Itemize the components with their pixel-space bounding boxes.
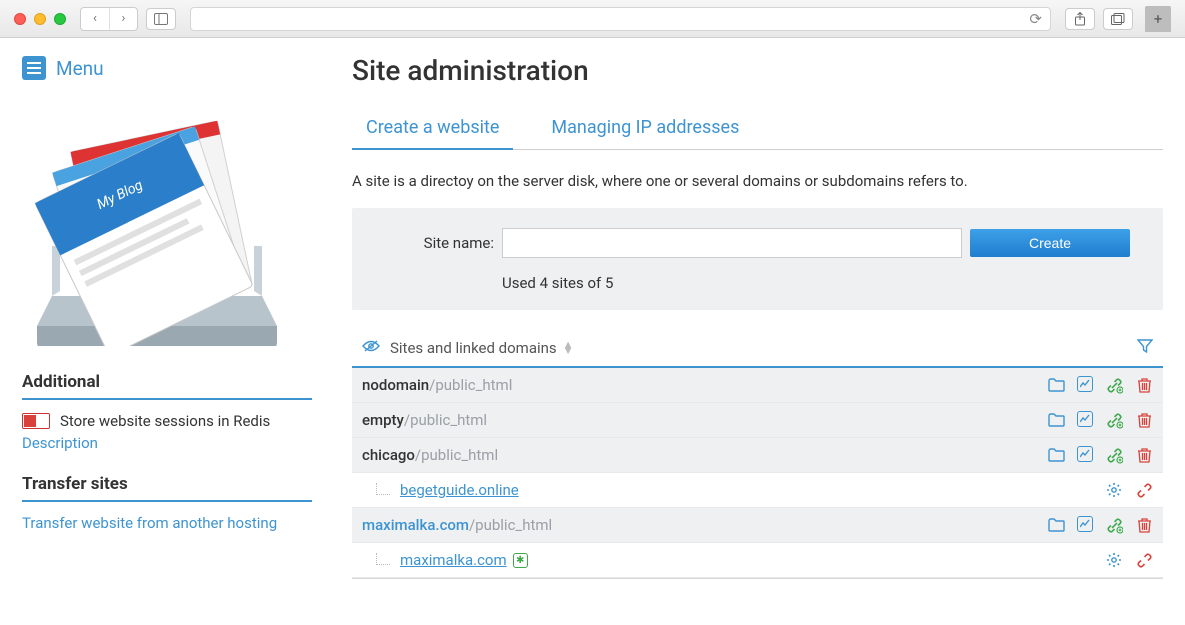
transfer-heading: Transfer sites: [22, 474, 312, 502]
sidebar: Menu: [22, 50, 312, 579]
window-controls: [14, 13, 66, 25]
trash-icon[interactable]: [1135, 446, 1153, 464]
link-icon[interactable]: [1105, 516, 1123, 534]
site-path: /public_html: [415, 446, 498, 464]
unlink-icon[interactable]: [1135, 551, 1153, 569]
page-title: Site administration: [352, 54, 1163, 87]
link-icon[interactable]: [1105, 376, 1123, 394]
description-link[interactable]: Description: [22, 434, 98, 452]
site-path: /public_html: [404, 411, 487, 429]
menu-button[interactable]: Menu: [22, 56, 312, 80]
additional-section: Additional Store website sessions in Red…: [22, 372, 312, 452]
ssl-badge-icon: ✱: [513, 553, 528, 568]
sidebar-toggle-button[interactable]: [146, 8, 176, 30]
site-path: /public_html: [429, 376, 512, 394]
menu-label: Menu: [56, 57, 104, 80]
site-name: empty: [362, 411, 404, 429]
sites-table: Sites and linked domains ▲▼ nodomain/pub…: [352, 330, 1163, 579]
stats-icon[interactable]: [1077, 516, 1093, 532]
link-icon[interactable]: [1105, 446, 1123, 464]
transfer-link[interactable]: Transfer website from another hosting: [22, 514, 277, 532]
transfer-section: Transfer sites Transfer website from ano…: [22, 474, 312, 532]
new-tab-button[interactable]: +: [1145, 6, 1171, 32]
redis-label: Store website sessions in Redis: [60, 412, 270, 430]
folder-icon[interactable]: [1047, 411, 1065, 429]
create-button[interactable]: Create: [970, 229, 1130, 257]
tab-create-website[interactable]: Create a website: [352, 107, 513, 150]
domain-link[interactable]: begetguide.online: [400, 481, 519, 499]
site-name: maximalka.com: [362, 516, 469, 534]
tab-managing-ip[interactable]: Managing IP addresses: [537, 107, 753, 149]
share-button[interactable]: [1065, 8, 1095, 30]
site-row[interactable]: nodomain/public_html: [352, 368, 1163, 403]
stats-icon[interactable]: [1077, 446, 1093, 462]
tree-connector-icon: [376, 483, 390, 495]
table-header: Sites and linked domains ▲▼: [352, 330, 1163, 368]
site-name: chicago: [362, 446, 415, 464]
table-header-label[interactable]: Sites and linked domains: [390, 339, 557, 357]
folder-icon[interactable]: [1047, 446, 1065, 464]
domain-link[interactable]: maximalka.com: [400, 551, 507, 569]
stats-icon[interactable]: [1077, 411, 1093, 427]
site-row[interactable]: maximalka.com/public_html: [352, 508, 1163, 543]
site-row[interactable]: empty/public_html: [352, 403, 1163, 438]
browser-chrome: ‹ › ⟳ +: [0, 0, 1185, 38]
unlink-icon[interactable]: [1135, 481, 1153, 499]
close-window-icon[interactable]: [14, 13, 26, 25]
back-button[interactable]: ‹: [81, 8, 109, 30]
reload-icon[interactable]: ⟳: [1029, 10, 1042, 28]
forward-button[interactable]: ›: [109, 8, 137, 30]
gear-icon[interactable]: [1105, 551, 1123, 569]
stats-icon[interactable]: [1077, 376, 1093, 392]
sort-icon[interactable]: ▲▼: [563, 342, 574, 354]
maximize-window-icon[interactable]: [54, 13, 66, 25]
nav-back-forward: ‹ ›: [80, 7, 138, 31]
sidebar-illustration: My Blog: [22, 106, 282, 346]
url-bar[interactable]: ⟳: [190, 7, 1051, 31]
tabs: Create a website Managing IP addresses: [352, 107, 1163, 150]
folder-icon[interactable]: [1047, 516, 1065, 534]
main-content: Site administration Create a website Man…: [352, 50, 1163, 579]
trash-icon[interactable]: [1135, 516, 1153, 534]
site-name-label: Site name:: [374, 234, 494, 252]
domain-row[interactable]: maximalka.com ✱: [352, 543, 1163, 578]
redis-toggle[interactable]: [22, 413, 50, 429]
tabs-button[interactable]: [1103, 8, 1133, 30]
site-name: nodomain: [362, 376, 429, 394]
menu-icon: [22, 56, 46, 80]
quota-text: Used 4 sites of 5: [502, 274, 1141, 292]
site-path: /public_html: [469, 516, 552, 534]
domain-row[interactable]: begetguide.online: [352, 473, 1163, 508]
site-row[interactable]: chicago/public_html: [352, 438, 1163, 473]
site-name-input[interactable]: [502, 228, 962, 258]
minimize-window-icon[interactable]: [34, 13, 46, 25]
visibility-icon[interactable]: [362, 339, 380, 357]
link-icon[interactable]: [1105, 411, 1123, 429]
trash-icon[interactable]: [1135, 376, 1153, 394]
trash-icon[interactable]: [1135, 411, 1153, 429]
tree-connector-icon: [376, 553, 390, 565]
gear-icon[interactable]: [1105, 481, 1123, 499]
additional-heading: Additional: [22, 372, 312, 400]
page-description: A site is a directoy on the server disk,…: [352, 172, 1163, 190]
create-site-form: Site name: Create Used 4 sites of 5: [352, 208, 1163, 310]
folder-icon[interactable]: [1047, 376, 1065, 394]
filter-icon[interactable]: [1137, 338, 1153, 358]
